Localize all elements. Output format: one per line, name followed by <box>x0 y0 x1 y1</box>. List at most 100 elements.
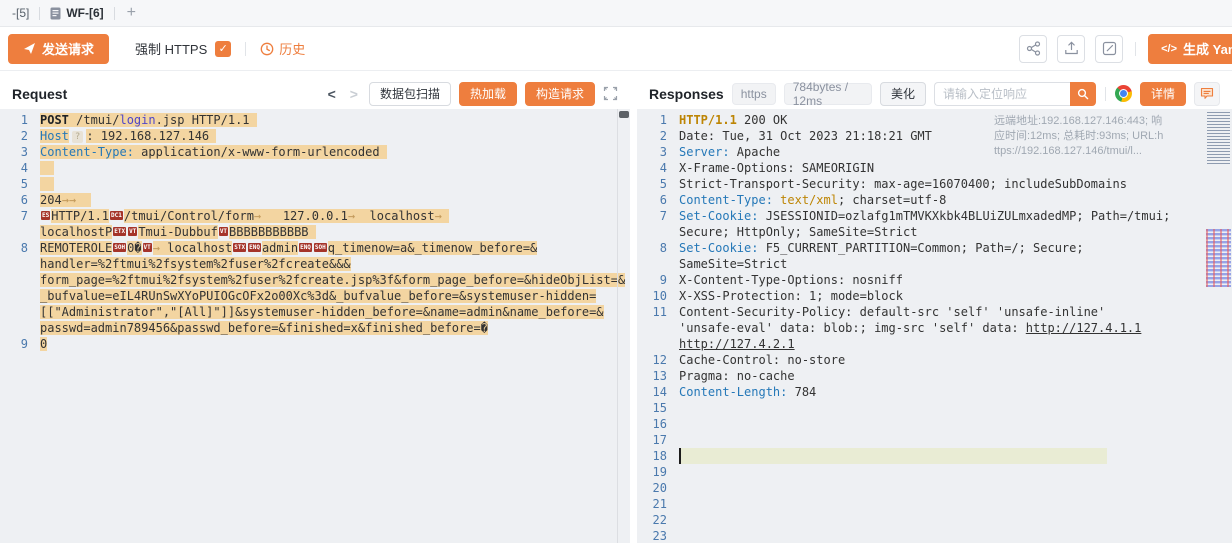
code-line: 'unsafe-eval' data: blob:; img-src 'self… <box>637 320 1232 336</box>
response-code: 1HTTP/1.1 200 OK2Date: Tue, 31 Oct 2023 … <box>637 109 1232 543</box>
line-content: Cache-Control: no-store <box>679 352 845 368</box>
construct-request-button[interactable]: 构造请求 <box>525 82 595 106</box>
share-button[interactable] <box>1019 35 1047 63</box>
packet-scan-button[interactable]: 数据包扫描 <box>369 82 451 106</box>
size-time-badge: 784bytes / 12ms <box>784 83 872 105</box>
response-header-actions: 美化 详情 <box>880 82 1220 106</box>
fullscreen-icon[interactable] <box>603 86 618 101</box>
code-line: 22 <box>637 512 1232 528</box>
line-content: passwd=admin789456&passwd_before=&finish… <box>40 320 488 336</box>
code-line: 21 <box>637 496 1232 512</box>
open-in-browser-button[interactable] <box>1115 85 1132 102</box>
line-number: 7 <box>637 208 679 224</box>
code-line: 19 <box>637 464 1232 480</box>
response-panel: Responses https 784bytes / 12ms 美化 详情 <box>637 78 1232 543</box>
line-content: HTTP/1.1 200 OK <box>679 112 787 128</box>
line-number: 9 <box>0 336 40 352</box>
request-header-actions: < > 数据包扫描 热加载 构造请求 <box>325 82 618 106</box>
line-content: 204→→ <box>40 192 91 208</box>
line-number: 5 <box>0 176 40 192</box>
line-content: POST /tmui/login.jsp HTTP/1.1 <box>40 112 257 128</box>
request-scrollbar-thumb[interactable] <box>619 111 629 118</box>
search-group <box>934 82 1096 106</box>
details-button[interactable]: 详情 <box>1140 82 1186 106</box>
line-number: 2 <box>0 128 40 144</box>
line-number: 1 <box>0 112 40 128</box>
line-content: Content-Length: 784 <box>679 384 816 400</box>
line-number: 7 <box>0 208 40 224</box>
paper-plane-icon <box>23 42 36 55</box>
force-https-group: 强制 HTTPS ✓ <box>135 39 231 58</box>
code-line: SameSite=Strict <box>637 256 1232 272</box>
history-button[interactable]: 历史 <box>260 39 305 58</box>
generate-yaml-label: 生成 Yaml <box>1183 39 1232 58</box>
line-content: Content-Security-Policy: default-src 'se… <box>679 304 1105 320</box>
search-icon <box>1077 88 1089 100</box>
line-number: 4 <box>637 160 679 176</box>
line-number <box>0 256 40 272</box>
code-line: 11Content-Security-Policy: default-src '… <box>637 304 1232 320</box>
line-number <box>0 288 40 304</box>
tab-active-wf6[interactable]: WF-[6] <box>40 0 113 26</box>
line-number <box>637 256 679 272</box>
export-button[interactable] <box>1057 35 1085 63</box>
line-content: Pragma: no-cache <box>679 368 795 384</box>
divider <box>245 42 246 56</box>
main-area: Request < > 数据包扫描 热加载 构造请求 1POST /tmui/l… <box>0 71 1232 543</box>
request-scrollbar[interactable] <box>617 109 630 543</box>
edit-button[interactable] <box>1095 35 1123 63</box>
code-line: 7ESHTTP/1.1DC1/tmui/Control/form→ 127.0.… <box>0 208 630 224</box>
code-line: http://127.4.2.1 <box>637 336 1232 352</box>
beautify-button[interactable]: 美化 <box>880 82 926 106</box>
line-number: 13 <box>637 368 679 384</box>
code-line: 6Content-Type: text/xml; charset=utf-8 <box>637 192 1232 208</box>
code-line: _bufvalue=eIL4RUnSwXYoPUIOGcOFx2o00Xc%3d… <box>0 288 630 304</box>
line-number: 3 <box>0 144 40 160</box>
generate-yaml-button[interactable]: </> 生成 Yaml <box>1148 34 1232 64</box>
code-line: [["Administrator","[All]"]]&systemuser-h… <box>0 304 630 320</box>
response-editor[interactable]: 1HTTP/1.1 200 OK2Date: Tue, 31 Oct 2023 … <box>637 109 1232 543</box>
line-number: 6 <box>637 192 679 208</box>
hot-reload-button[interactable]: 热加载 <box>459 82 517 106</box>
tab-previous[interactable]: -[5] <box>2 0 39 26</box>
next-request-button[interactable]: > <box>347 86 361 102</box>
code-line: 3Content-Type: application/x-www-form-ur… <box>0 144 630 160</box>
code-line: form_page=%2ftmui%2fsystem%2fuser%2fcrea… <box>0 272 630 288</box>
line-content <box>679 448 1107 464</box>
minimap[interactable] <box>1205 109 1232 543</box>
prev-request-button[interactable]: < <box>325 86 339 102</box>
tab-previous-label: -[5] <box>12 6 29 20</box>
line-content: Strict-Transport-Security: max-age=16070… <box>679 176 1127 192</box>
code-line: 4 <box>0 160 630 176</box>
http-repeater-window: -[5] WF-[6] + 发送请求 强制 HTTPS ✓ 历史 <box>0 0 1232 543</box>
code-line: 6204→→ <box>0 192 630 208</box>
response-panel-header: Responses https 784bytes / 12ms 美化 详情 <box>637 78 1232 109</box>
divider <box>1135 42 1136 56</box>
search-button[interactable] <box>1070 82 1096 106</box>
send-request-button[interactable]: 发送请求 <box>8 34 109 64</box>
line-content: handler=%2ftmui%2fsystem%2fuser%2fcreate… <box>40 256 351 272</box>
toolbar: 发送请求 强制 HTTPS ✓ 历史 </> 生成 Yaml <box>0 27 1232 71</box>
info-line: ttps://192.168.127.146/tmui/l... <box>994 144 1200 159</box>
force-https-checkbox[interactable]: ✓ <box>215 41 231 57</box>
line-content: Set-Cookie: F5_CURRENT_PARTITION=Common;… <box>679 240 1084 256</box>
panel-splitter[interactable] <box>630 78 637 543</box>
code-line: 15 <box>637 400 1232 416</box>
request-editor[interactable]: 1POST /tmui/login.jsp HTTP/1.1 2Host?: 1… <box>0 109 630 543</box>
line-number <box>637 336 679 352</box>
line-number: 23 <box>637 528 679 543</box>
line-number: 4 <box>0 160 40 176</box>
line-number: 8 <box>637 240 679 256</box>
add-tab-button[interactable]: + <box>115 4 148 22</box>
locate-response-input[interactable] <box>934 82 1070 106</box>
line-number: 18 <box>637 448 679 464</box>
request-panel: Request < > 数据包扫描 热加载 构造请求 1POST /tmui/l… <box>0 78 630 543</box>
request-code: 1POST /tmui/login.jsp HTTP/1.1 2Host?: 1… <box>0 109 630 352</box>
line-content: Content-Type: text/xml; charset=utf-8 <box>679 192 946 208</box>
minimap-headers-block <box>1207 112 1230 164</box>
feedback-button[interactable] <box>1194 82 1220 106</box>
edit-icon <box>1102 41 1117 56</box>
toolbar-right-group: </> 生成 Yaml <box>1019 34 1232 64</box>
line-number <box>0 272 40 288</box>
line-content: SameSite=Strict <box>679 256 787 272</box>
